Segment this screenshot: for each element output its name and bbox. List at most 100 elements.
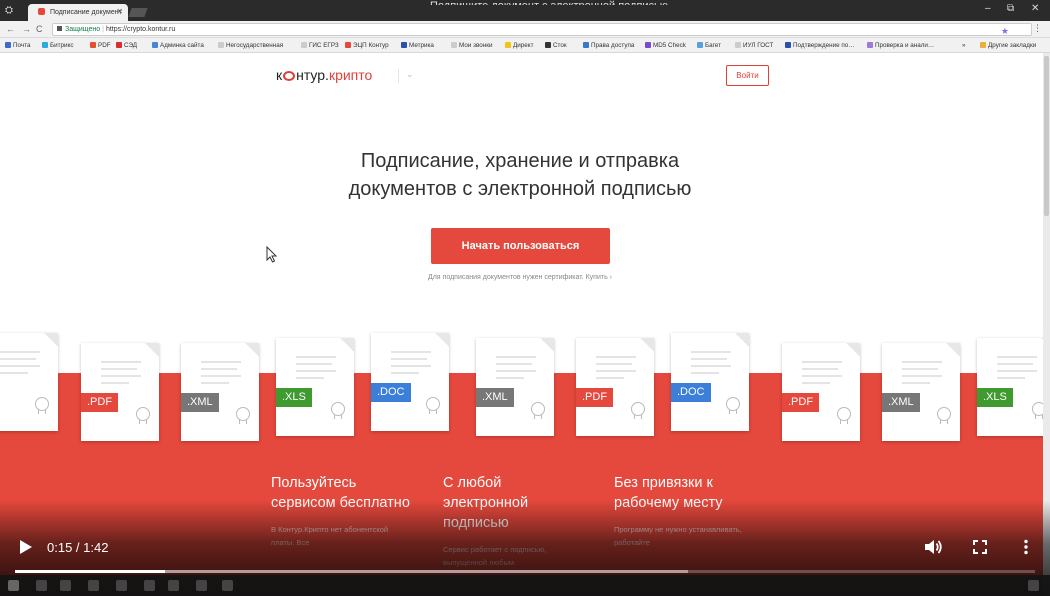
- taskbar-app-icon[interactable]: [116, 580, 127, 591]
- bookmark-item[interactable]: Битрикс: [42, 42, 74, 49]
- taskbar-app-icon[interactable]: [168, 580, 179, 591]
- file-type-badge: .XML: [882, 393, 920, 412]
- document-line: [596, 370, 636, 372]
- bookmark-favicon-icon: [301, 42, 307, 48]
- document-corner-icon: [245, 343, 259, 357]
- notifications-icon[interactable]: [1028, 580, 1039, 591]
- bookmark-item[interactable]: ГИС ЕГРЗ: [301, 42, 339, 49]
- bookmark-item[interactable]: Другие закладки: [980, 42, 1036, 49]
- document-file-icon: .XLS: [276, 328, 362, 436]
- back-icon[interactable]: ←: [6, 24, 15, 34]
- bookmark-item[interactable]: СЭД: [116, 42, 137, 49]
- document-file-icon: C: [0, 323, 66, 431]
- signature-seal-icon: [937, 407, 951, 424]
- document-file-icon: .DOC: [671, 323, 757, 431]
- logo-text-kontur: нтур.: [296, 67, 329, 83]
- browser-menu-icon[interactable]: ⛭: [5, 5, 13, 16]
- taskbar-app-icon[interactable]: [222, 580, 233, 591]
- bookmark-label: Проверка и анали…: [875, 42, 935, 49]
- window-titlebar: ⛭ Подписание документ ✕ Подпишите докуме…: [0, 0, 1050, 21]
- search-icon[interactable]: [36, 580, 47, 591]
- browser-kebab-icon[interactable]: ⋮: [1033, 23, 1042, 34]
- bookmark-item[interactable]: Багет: [697, 42, 721, 49]
- bookmark-item[interactable]: Директ: [505, 42, 534, 49]
- document-corner-icon: [145, 343, 159, 357]
- bookmark-favicon-icon: [545, 42, 551, 48]
- file-type-badge: .DOC: [371, 383, 411, 402]
- taskbar-app-icon[interactable]: [144, 580, 155, 591]
- certificate-note-link[interactable]: Для подписания документов нужен сертифик…: [300, 274, 740, 281]
- bookmark-label: Другие закладки: [988, 42, 1037, 49]
- tab-close-icon[interactable]: ✕: [116, 7, 123, 16]
- taskbar-app-icon[interactable]: [88, 580, 99, 591]
- bookmark-favicon-icon: [401, 42, 407, 48]
- signature-seal-icon: [726, 397, 740, 414]
- headline-line-1: Подписание, хранение и отправка: [360, 150, 680, 172]
- bookmark-label: СЭД: [124, 42, 138, 49]
- maximize-icon[interactable]: ⧉: [1007, 3, 1014, 14]
- close-window-icon[interactable]: ✕: [1031, 3, 1039, 14]
- reload-icon[interactable]: C: [36, 24, 43, 34]
- bookmark-favicon-icon: [735, 42, 741, 48]
- bookmark-label: Сток: [553, 42, 567, 49]
- bookmark-item[interactable]: Подтверждение по…: [785, 42, 855, 49]
- bookmark-label: Метрика: [409, 42, 434, 49]
- more-options-icon[interactable]: [1017, 538, 1035, 556]
- page-headline: Подписание, хранение и отправка документ…: [300, 147, 740, 203]
- bookmarks-bar: Почта Битрикс PDF СЭД Админка сайта Негосудар…: [0, 38, 1050, 53]
- signature-seal-icon: [426, 397, 440, 414]
- task-view-icon[interactable]: [60, 580, 71, 591]
- bookmark-item[interactable]: MD5 Check: [645, 42, 686, 49]
- document-line: [496, 377, 524, 379]
- start-using-button[interactable]: Начать пользоваться: [431, 228, 610, 264]
- bookmark-star-icon[interactable]: ★: [1001, 26, 1009, 37]
- volume-icon[interactable]: [923, 538, 943, 556]
- bookmark-item[interactable]: ИУЛ ГОСТ: [735, 42, 773, 49]
- document-line: [101, 382, 129, 384]
- products-chevron-down-icon[interactable]: ⌄: [398, 69, 414, 83]
- video-time: 0:15 / 1:42: [47, 540, 108, 555]
- bookmark-item[interactable]: ЭЦП Контур: [345, 42, 389, 49]
- bookmark-favicon-icon: [90, 42, 96, 48]
- start-icon[interactable]: [8, 580, 19, 591]
- document-line: [201, 375, 241, 377]
- video-progress-bar[interactable]: [15, 570, 1035, 573]
- url-input[interactable]: Защищено | https://crypto.kontur.ru ★: [52, 23, 1032, 36]
- logo-text-crypto: крипто: [328, 67, 373, 83]
- document-line: [0, 351, 40, 353]
- new-tab-button[interactable]: [128, 8, 148, 17]
- url-separator: |: [102, 26, 104, 33]
- bookmark-favicon-icon: [785, 42, 791, 48]
- kontur-crypto-logo[interactable]: к нтур.крипто: [276, 67, 372, 83]
- document-line: [902, 375, 942, 377]
- document-line: [101, 361, 141, 363]
- minimize-icon[interactable]: –: [985, 3, 991, 14]
- window-title: Подпишите документ с электронной подпись…: [430, 0, 668, 5]
- play-icon[interactable]: [15, 538, 35, 556]
- document-corner-icon: [946, 343, 960, 357]
- login-button[interactable]: Войти: [726, 65, 769, 86]
- taskbar-app-icon[interactable]: [196, 580, 207, 591]
- address-bar: ← → C Защищено | https://crypto.kontur.ru …: [0, 21, 1050, 38]
- bookmark-item[interactable]: Админка сайта: [152, 42, 204, 49]
- bookmark-item[interactable]: Почта: [5, 42, 31, 49]
- fullscreen-icon[interactable]: [971, 538, 989, 556]
- document-file-icon: .DOC: [371, 323, 457, 431]
- forward-icon[interactable]: →: [22, 24, 31, 34]
- bookmark-item[interactable]: Мои звонки: [451, 42, 493, 49]
- bookmark-item[interactable]: Негосударственная: [218, 42, 283, 49]
- bookmark-item[interactable]: »: [962, 42, 966, 49]
- bookmark-item[interactable]: Проверка и анали…: [867, 42, 934, 49]
- page-scrollbar-thumb[interactable]: [1044, 56, 1049, 216]
- document-file-icon: .XML: [882, 343, 960, 441]
- bookmark-item[interactable]: PDF: [90, 42, 111, 49]
- bookmark-item[interactable]: Сток: [545, 42, 567, 49]
- bookmark-item[interactable]: Метрика: [401, 42, 434, 49]
- bookmark-label: PDF: [98, 42, 111, 49]
- document-file-icon: .XML: [181, 343, 259, 441]
- bookmark-favicon-icon: [5, 42, 11, 48]
- bookmark-favicon-icon: [980, 42, 986, 48]
- bookmark-label: Битрикс: [50, 42, 74, 49]
- bookmark-item[interactable]: Права доступа: [583, 42, 634, 49]
- browser-tab-active[interactable]: Подписание документ ✕: [28, 4, 128, 21]
